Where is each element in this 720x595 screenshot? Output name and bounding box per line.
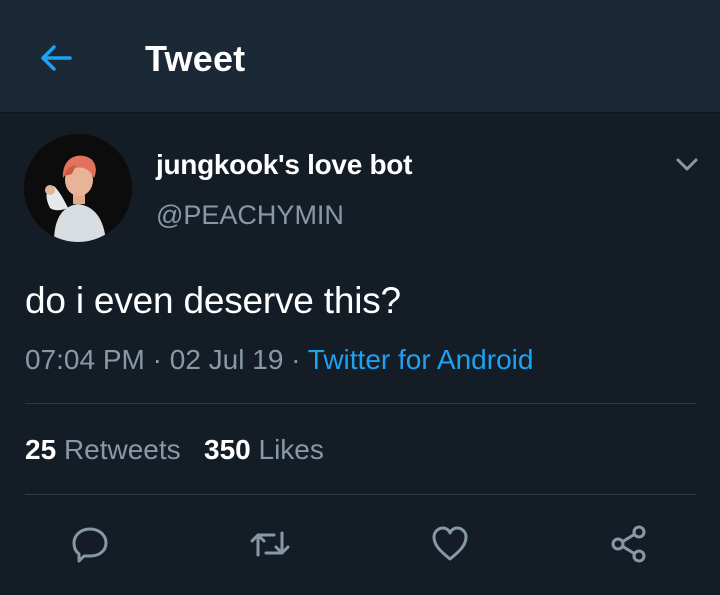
- share-icon: [609, 524, 649, 564]
- likes-count: 350: [204, 434, 251, 465]
- likes-label: Likes: [258, 434, 324, 465]
- reply-button[interactable]: [68, 522, 112, 566]
- meta-separator: ·: [291, 344, 301, 375]
- avatar[interactable]: [24, 134, 132, 242]
- reply-icon: [70, 524, 110, 564]
- tweet-meta: 07:04 PM · 02 Jul 19 · Twitter for Andro…: [25, 342, 533, 378]
- top-bar: Tweet: [0, 0, 720, 113]
- retweets-label: Retweets: [63, 434, 181, 465]
- engagement-stats: 25 Retweets 350 Likes: [25, 432, 324, 468]
- tweet-text: do i even deserve this?: [25, 280, 401, 321]
- back-arrow-icon: [39, 43, 73, 73]
- retweets-stat[interactable]: 25 Retweets: [25, 434, 188, 465]
- divider: [25, 494, 696, 495]
- display-name[interactable]: jungkook's love bot: [156, 147, 412, 183]
- like-button[interactable]: [428, 522, 472, 566]
- retweet-icon: [248, 524, 292, 564]
- tweet-source-link[interactable]: Twitter for Android: [308, 344, 534, 375]
- chevron-down-icon: [675, 157, 699, 173]
- tweet-time: 07:04 PM: [25, 344, 145, 375]
- retweet-button[interactable]: [248, 522, 292, 566]
- tweet-date: 02 Jul 19: [169, 344, 284, 375]
- meta-separator: ·: [152, 344, 162, 375]
- tweet-options-button[interactable]: [672, 150, 702, 180]
- user-handle[interactable]: @PEACHYMIN: [156, 198, 344, 232]
- like-icon: [430, 524, 470, 564]
- divider: [25, 403, 696, 404]
- likes-stat[interactable]: 350 Likes: [204, 434, 324, 465]
- retweets-count: 25: [25, 434, 57, 465]
- page-title: Tweet: [145, 38, 246, 79]
- back-button[interactable]: [34, 38, 78, 78]
- share-button[interactable]: [607, 522, 651, 566]
